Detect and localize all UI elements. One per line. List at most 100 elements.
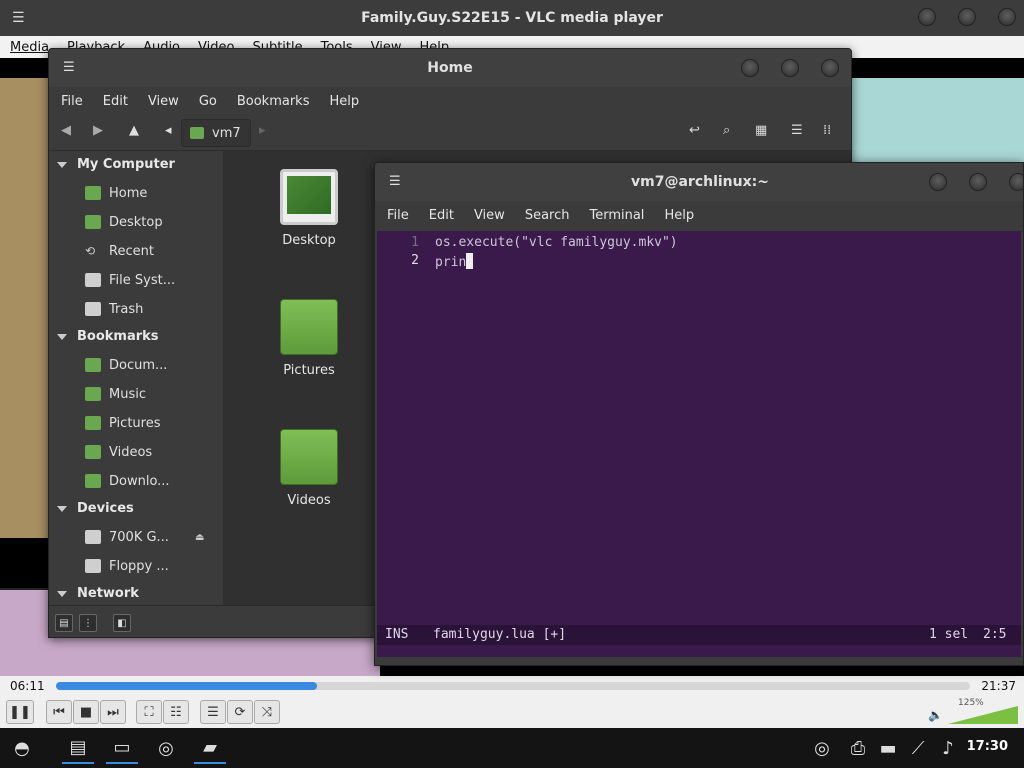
window-menu-icon[interactable]: ☰ xyxy=(12,10,25,26)
breadcrumb-right-icon[interactable]: ▸ xyxy=(259,123,266,138)
app-launcher-button[interactable]: ◓ xyxy=(6,732,38,764)
fm-menu-help[interactable]: Help xyxy=(329,94,359,109)
taskbar: ◓ ▤ ▭ ◎ ▰ ◎ ⎙ ▬ ⟋ ♪ 17:30 xyxy=(0,728,1024,768)
show-places-button[interactable]: ▤ xyxy=(55,614,73,632)
minimize-button[interactable] xyxy=(741,59,759,77)
music-note-icon: ♪ xyxy=(942,737,954,759)
minimize-button[interactable] xyxy=(929,173,947,191)
window-menu-icon[interactable]: ☰ xyxy=(389,174,401,189)
sidebar-toggle-icon: ◧ xyxy=(117,617,127,629)
launcher-icon: ◓ xyxy=(14,737,30,759)
taskbar-terminal[interactable]: ▭ xyxy=(106,732,138,764)
up-icon[interactable]: ▲ xyxy=(129,123,139,138)
tray-obs[interactable]: ◎ xyxy=(806,732,838,764)
show-treeview-button[interactable]: ⋮ xyxy=(79,614,97,632)
toggle-location-icon[interactable]: ↩ xyxy=(689,123,700,138)
sidebar-section-devices[interactable]: Devices xyxy=(57,501,134,516)
fm-menu-file[interactable]: File xyxy=(61,94,83,109)
obs-icon: ◎ xyxy=(158,737,174,759)
loop-icon: ⟳ xyxy=(234,704,246,720)
breadcrumb[interactable]: vm7 xyxy=(181,119,251,147)
file-item-desktop[interactable]: Desktop xyxy=(269,169,349,248)
seek-progress xyxy=(56,682,318,690)
maximize-button[interactable] xyxy=(958,8,976,26)
fm-menu-view[interactable]: View xyxy=(148,94,179,109)
close-button[interactable] xyxy=(821,59,839,77)
fm-menu-bookmarks[interactable]: Bookmarks xyxy=(237,94,310,109)
text-cursor xyxy=(466,253,474,269)
taskbar-vlc[interactable]: ▰ xyxy=(194,732,226,764)
file-item-videos[interactable]: Videos xyxy=(269,429,349,508)
back-icon[interactable]: ◀ xyxy=(61,123,71,138)
file-manager-menubar: File Edit View Go Bookmarks Help xyxy=(49,87,851,115)
icon-view-icon[interactable]: ▦ xyxy=(755,123,767,138)
sidebar-item-floppy[interactable]: Floppy ... xyxy=(85,555,169,577)
tree-icon: ⋮ xyxy=(83,617,93,629)
eject-icon[interactable]: ⏏ xyxy=(195,532,204,543)
sidebar-item-downloads[interactable]: Downlo... xyxy=(85,470,170,492)
sidebar-item-disk[interactable]: 700K G... ⏏ xyxy=(85,526,204,548)
sidebar-item-trash[interactable]: Trash xyxy=(85,298,143,320)
sidebar-item-pictures[interactable]: Pictures xyxy=(85,412,160,434)
terminal-editor[interactable]: 1 os.execute("vlc familyguy.mkv") 2 prin… xyxy=(377,231,1021,657)
speaker-icon[interactable]: 🔈 xyxy=(928,708,943,722)
fm-menu-edit[interactable]: Edit xyxy=(103,94,128,109)
term-menu-view[interactable]: View xyxy=(474,208,505,223)
term-menu-file[interactable]: File xyxy=(387,208,409,223)
term-menu-help[interactable]: Help xyxy=(664,208,694,223)
volume-slider[interactable]: 🔈 125% xyxy=(928,698,1018,726)
clock[interactable]: 17:30 xyxy=(967,739,1008,754)
breadcrumb-left-icon[interactable]: ◂ xyxy=(165,123,172,138)
list-view-icon[interactable]: ☰ xyxy=(791,123,803,138)
file-item-pictures[interactable]: Pictures xyxy=(269,299,349,378)
forward-icon[interactable]: ▶ xyxy=(93,123,103,138)
maximize-button[interactable] xyxy=(781,59,799,77)
sidebar-item-home[interactable]: Home xyxy=(85,182,147,204)
stop-button[interactable]: ■ xyxy=(73,700,99,724)
term-menu-search[interactable]: Search xyxy=(525,208,570,223)
keyboard-icon: ▬ xyxy=(879,737,897,759)
shuffle-button[interactable]: ⤨ xyxy=(254,700,280,724)
tray-network[interactable]: ⟋ xyxy=(902,732,934,764)
file-manager-title: Home xyxy=(427,60,473,76)
loop-button[interactable]: ⟳ xyxy=(227,700,253,724)
maximize-button[interactable] xyxy=(969,173,987,191)
time-total: 21:37 xyxy=(981,679,1016,693)
sidebar-section-network[interactable]: Network xyxy=(57,586,139,601)
sidebar-item-recent[interactable]: ⟲ Recent xyxy=(85,240,154,262)
sidebar-section-bookmarks[interactable]: Bookmarks xyxy=(57,329,159,344)
taskbar-file-manager[interactable]: ▤ xyxy=(62,732,94,764)
file-manager-sidebar: My Computer Home Desktop ⟲ Recent File Sy… xyxy=(49,151,221,605)
playlist-button[interactable]: ☰ xyxy=(200,700,226,724)
term-menu-edit[interactable]: Edit xyxy=(429,208,454,223)
fullscreen-button[interactable]: ⛶ xyxy=(136,700,162,724)
term-menu-terminal[interactable]: Terminal xyxy=(589,208,644,223)
sidebar-item-videos[interactable]: Videos xyxy=(85,441,152,463)
tray-printer[interactable]: ⎙ xyxy=(842,732,874,764)
pause-button[interactable]: ❚❚ xyxy=(6,700,34,724)
search-icon[interactable]: ⌕ xyxy=(723,123,730,138)
extended-settings-button[interactable]: ☷ xyxy=(163,700,189,724)
vlc-menu-media[interactable]: Media xyxy=(10,40,49,55)
sidebar-section-my-computer[interactable]: My Computer xyxy=(57,157,175,172)
next-icon: ⏭ xyxy=(107,704,119,720)
editor-selection: 1 sel xyxy=(929,627,969,642)
close-button[interactable] xyxy=(998,8,1016,26)
close-button[interactable] xyxy=(1009,173,1023,191)
tray-keyboard[interactable]: ▬ xyxy=(872,732,904,764)
taskbar-obs[interactable]: ◎ xyxy=(150,732,182,764)
previous-button[interactable]: ⏮ xyxy=(46,700,72,724)
toggle-sidebar-button[interactable]: ◧ xyxy=(113,614,131,632)
sidebar-item-documents[interactable]: Docum... xyxy=(85,354,167,376)
next-button[interactable]: ⏭ xyxy=(100,700,126,724)
compact-view-icon[interactable]: ⁞⁞ xyxy=(823,123,831,138)
sidebar-item-file-system[interactable]: File Syst... xyxy=(85,269,175,291)
tray-volume[interactable]: ♪ xyxy=(932,732,964,764)
seek-slider[interactable] xyxy=(56,682,970,690)
fm-menu-go[interactable]: Go xyxy=(199,94,217,109)
window-menu-icon[interactable]: ☰ xyxy=(63,60,75,75)
sidebar-item-desktop[interactable]: Desktop xyxy=(85,211,163,233)
sidebar-item-music[interactable]: Music xyxy=(85,383,146,405)
desktop-icon xyxy=(85,215,101,229)
minimize-button[interactable] xyxy=(918,8,936,26)
